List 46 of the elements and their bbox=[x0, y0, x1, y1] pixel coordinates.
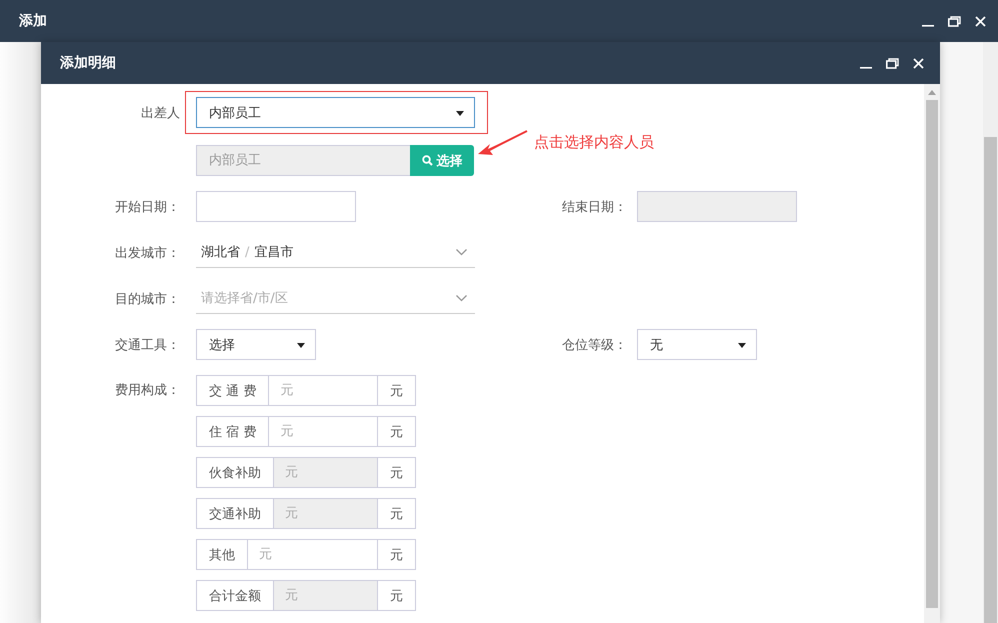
maximize-icon[interactable] bbox=[948, 16, 961, 26]
caret-icon bbox=[297, 343, 305, 348]
maximize-icon[interactable] bbox=[886, 58, 899, 68]
field-label: 开始日期： bbox=[114, 198, 180, 216]
scrollbar-thumb[interactable] bbox=[984, 137, 997, 623]
field-label: 目的城市： bbox=[114, 290, 180, 308]
picker-input[interactable]: 内部员工 bbox=[196, 145, 410, 176]
search-icon bbox=[422, 155, 432, 166]
unit-label: 元 bbox=[377, 499, 415, 528]
window-title: 添加 bbox=[19, 12, 48, 30]
caret-icon bbox=[456, 111, 464, 116]
dialog-title: 添加明细 bbox=[60, 54, 117, 72]
unit-label: 元 bbox=[377, 458, 415, 487]
placeholder-text: 请选择省/市/区 bbox=[201, 290, 288, 307]
city-cascader[interactable]: 湖北省 / 宜昌市 bbox=[196, 237, 475, 268]
separator-text: / bbox=[245, 244, 250, 260]
field-label: 出发城市： bbox=[114, 244, 180, 262]
caret-icon bbox=[738, 343, 746, 348]
city-text: 宜昌市 bbox=[254, 244, 294, 261]
date-input[interactable] bbox=[196, 191, 356, 222]
scrollbar-thumb[interactable] bbox=[926, 100, 938, 608]
dropdown[interactable]: 无 bbox=[637, 329, 757, 360]
unit-label: 元 bbox=[377, 540, 415, 569]
scrollbar[interactable] bbox=[983, 42, 998, 623]
unit-label: 元 bbox=[377, 376, 415, 405]
unit-label: 元 bbox=[377, 417, 415, 446]
field-label: 交通工具： bbox=[114, 336, 180, 354]
close-icon[interactable] bbox=[975, 16, 986, 26]
unit-label: 元 bbox=[377, 581, 415, 610]
cost-input-group[interactable]: 住 宿 费 元 元 bbox=[196, 416, 416, 447]
close-icon[interactable] bbox=[913, 58, 924, 68]
field-label: 仓位等级： bbox=[561, 336, 627, 354]
cost-input-group[interactable]: 交 通 费 元 元 bbox=[196, 375, 416, 406]
cost-input-group[interactable]: 其他 元 元 bbox=[196, 539, 416, 570]
annotation-text: 点击选择内容人员 bbox=[534, 133, 654, 152]
field-label: 出差人 bbox=[140, 104, 180, 122]
province-text: 湖北省 bbox=[201, 244, 240, 261]
field-label: 费用构成： bbox=[114, 382, 180, 400]
chevron-down-icon bbox=[456, 295, 467, 302]
chevron-down-icon bbox=[456, 249, 467, 256]
field-label: 结束日期： bbox=[561, 198, 627, 216]
dropdown[interactable]: 选择 bbox=[196, 329, 316, 360]
scrollbar[interactable] bbox=[924, 84, 940, 623]
arrow-icon bbox=[478, 130, 528, 158]
scroll-up-icon[interactable] bbox=[928, 90, 936, 95]
dropdown[interactable]: 内部员工 bbox=[196, 97, 475, 128]
